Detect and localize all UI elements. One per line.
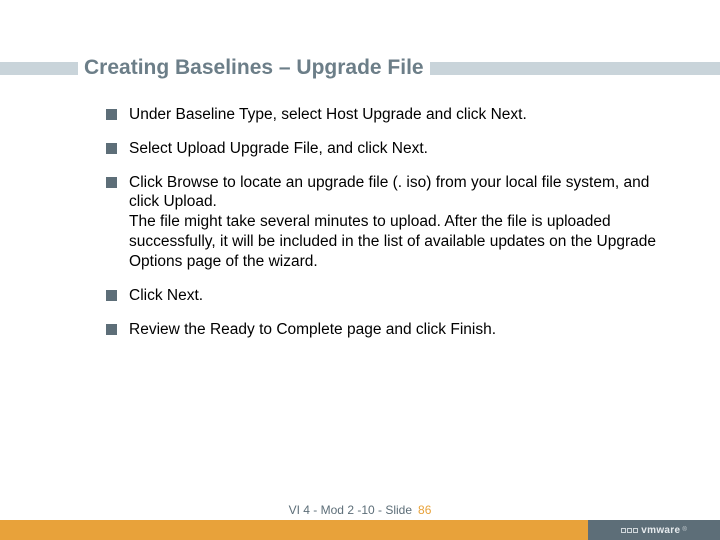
- bullet-text: Click Browse to locate an upgrade file (…: [129, 173, 670, 272]
- footer-accent-bar: [0, 520, 588, 540]
- bullet-icon: [106, 143, 117, 154]
- title-accent-left: [0, 62, 78, 75]
- bullet-text: Under Baseline Type, select Host Upgrade…: [129, 105, 670, 125]
- bullet-text: Click Next.: [129, 286, 670, 306]
- footer-top: VI 4 - Mod 2 -10 - Slide 86: [0, 500, 720, 520]
- bullet-text: Select Upload Upgrade File, and click Ne…: [129, 139, 670, 159]
- list-item: Select Upload Upgrade File, and click Ne…: [106, 139, 670, 159]
- footer-logo-area: vmware®: [588, 520, 720, 540]
- bullet-icon: [106, 290, 117, 301]
- list-item: Under Baseline Type, select Host Upgrade…: [106, 105, 670, 125]
- list-item: Click Browse to locate an upgrade file (…: [106, 173, 670, 272]
- bullet-icon: [106, 177, 117, 188]
- vmware-logo-icon: vmware®: [621, 525, 686, 536]
- bullet-text: Review the Ready to Complete page and cl…: [129, 320, 670, 340]
- slide-label: VI 4 - Mod 2 -10 - Slide: [289, 503, 412, 517]
- bullet-icon: [106, 324, 117, 335]
- registered-icon: ®: [682, 527, 686, 533]
- slide-number: 86: [418, 503, 431, 517]
- list-item: Review the Ready to Complete page and cl…: [106, 320, 670, 340]
- bullet-icon: [106, 109, 117, 120]
- logo-text: vmware: [641, 525, 680, 536]
- title-accent-right: [430, 62, 720, 75]
- footer: VI 4 - Mod 2 -10 - Slide 86 vmware®: [0, 500, 720, 540]
- logo-boxes-icon: [621, 528, 638, 533]
- slide-title: Creating Baselines – Upgrade File: [78, 56, 430, 80]
- content-area: Under Baseline Type, select Host Upgrade…: [106, 105, 670, 353]
- footer-bottom: vmware®: [0, 520, 720, 540]
- title-row: Creating Baselines – Upgrade File: [0, 54, 720, 82]
- list-item: Click Next.: [106, 286, 670, 306]
